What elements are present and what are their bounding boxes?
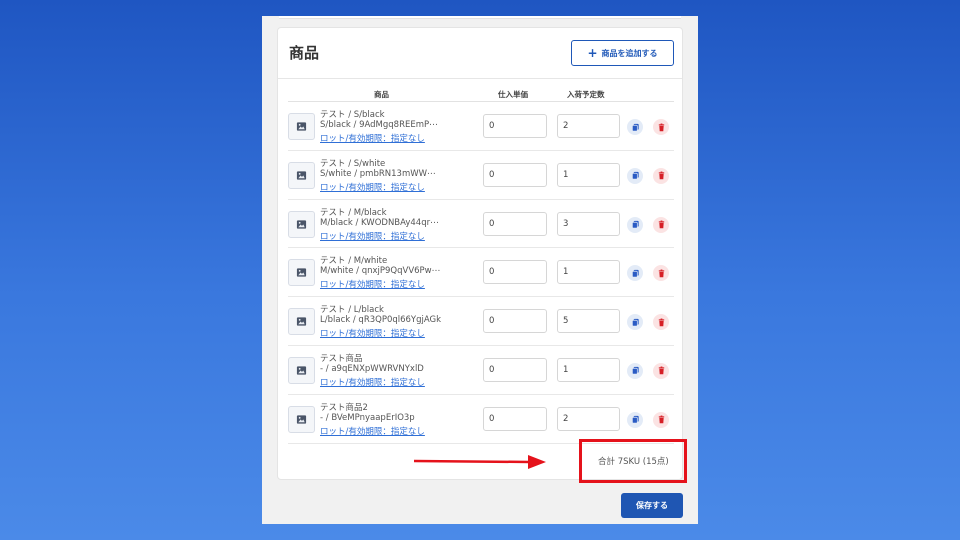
image-placeholder-icon — [288, 405, 315, 433]
trash-icon[interactable] — [653, 362, 669, 379]
lot-expiry-link[interactable]: ロット/有効期限：指定なし — [320, 425, 425, 437]
table-row: テスト / S/black S/black / 9AdMgq8REEmP⋯ ロッ… — [288, 102, 674, 151]
copy-icon[interactable] — [627, 216, 643, 233]
image-placeholder-icon — [288, 210, 315, 238]
copy-icon[interactable] — [627, 411, 643, 428]
product-name: テスト / S/black — [320, 110, 385, 120]
product-name: テスト商品2 — [320, 402, 368, 413]
card-divider — [278, 78, 682, 79]
add-product-button[interactable]: + 商品を追加する — [571, 40, 674, 66]
unit-price-input[interactable]: 0 — [483, 260, 547, 285]
product-variant-code: - / BVeMPnyaapErIO3p — [320, 412, 415, 423]
annotation-arrow — [413, 455, 546, 469]
trash-icon[interactable] — [653, 314, 669, 331]
copy-icon[interactable] — [627, 119, 643, 135]
trash-icon[interactable] — [653, 119, 669, 135]
plus-icon: + — [587, 46, 598, 60]
image-placeholder-icon — [288, 308, 315, 336]
lot-expiry-link[interactable]: ロット/有効期限：指定なし — [320, 132, 425, 144]
column-header-quantity: 入荷予定数 — [567, 90, 605, 99]
lot-expiry-link[interactable]: ロット/有効期限：指定なし — [320, 230, 425, 242]
unit-price-input[interactable]: 0 — [483, 406, 547, 431]
product-name: テスト / S/white — [320, 158, 386, 169]
column-header-unit-price: 仕入単価 — [498, 90, 528, 99]
table-row: テスト / M/black M/black / KWODNBAy44qr⋯ ロッ… — [288, 200, 674, 249]
column-header-product: 商品 — [374, 90, 389, 99]
add-product-label: 商品を追加する — [601, 48, 658, 58]
copy-icon[interactable] — [627, 167, 643, 184]
quantity-input[interactable]: 2 — [557, 114, 620, 138]
quantity-input[interactable]: 1 — [557, 162, 620, 187]
total-sku-summary: 合計 7SKU (15点) — [598, 457, 669, 467]
card-title: 商品 — [289, 44, 320, 62]
image-placeholder-icon — [288, 161, 315, 189]
table-row: テスト / S/white S/white / pmbRN13mWW⋯ ロット/… — [288, 151, 674, 200]
save-button[interactable]: 保存する — [621, 493, 683, 518]
lot-expiry-link[interactable]: ロット/有効期限：指定なし — [320, 376, 425, 388]
unit-price-input[interactable]: 0 — [483, 162, 547, 187]
lot-expiry-link[interactable]: ロット/有効期限：指定なし — [320, 181, 425, 193]
copy-icon[interactable] — [627, 362, 643, 379]
product-variant-code: M/white / qnxjP9QqVV6Pw⋯ — [320, 266, 441, 277]
trash-icon[interactable] — [653, 167, 669, 184]
previous-section-edge — [279, 16, 681, 19]
unit-price-input[interactable]: 0 — [483, 357, 547, 382]
table-row: テスト / M/white M/white / qnxjP9QqVV6Pw⋯ ロ… — [288, 248, 674, 298]
trash-icon[interactable] — [653, 411, 669, 428]
product-name: テスト / M/black — [320, 207, 387, 218]
product-name: テスト / M/white — [320, 256, 388, 267]
products-card: 商品 + 商品を追加する 商品 仕入単価 入荷予定数 テスト / S/black… — [277, 27, 683, 480]
quantity-input[interactable]: 5 — [557, 309, 620, 334]
copy-icon[interactable] — [627, 314, 643, 331]
unit-price-input[interactable]: 0 — [483, 309, 547, 334]
lot-expiry-link[interactable]: ロット/有効期限：指定なし — [320, 278, 425, 290]
image-placeholder-icon — [288, 113, 315, 140]
lot-expiry-link[interactable]: ロット/有効期限：指定なし — [320, 327, 425, 339]
product-variant-code: - / a9qENXpWWRVNYxlD — [320, 363, 424, 374]
quantity-input[interactable]: 1 — [557, 260, 620, 285]
quantity-input[interactable]: 1 — [557, 357, 620, 382]
product-variant-code: S/white / pmbRN13mWW⋯ — [320, 168, 436, 179]
table-row: テスト商品2 - / BVeMPnyaapErIO3p ロット/有効期限：指定な… — [288, 395, 674, 444]
table-row: テスト / L/black L/black / qR3QP0ql66YgjAGk… — [288, 297, 674, 346]
product-variant-code: L/black / qR3QP0ql66YgjAGk — [320, 315, 442, 326]
unit-price-input[interactable]: 0 — [483, 114, 547, 138]
quantity-input[interactable]: 3 — [557, 211, 620, 236]
copy-icon[interactable] — [627, 265, 643, 282]
quantity-input[interactable]: 2 — [557, 406, 620, 431]
unit-price-input[interactable]: 0 — [483, 211, 547, 236]
trash-icon[interactable] — [653, 216, 669, 233]
product-variant-code: S/black / 9AdMgq8REEmP⋯ — [320, 120, 438, 130]
product-variant-code: M/black / KWODNBAy44qr⋯ — [320, 217, 439, 228]
product-name: テスト商品 — [320, 353, 363, 364]
trash-icon[interactable] — [653, 265, 669, 282]
product-name: テスト / L/black — [320, 305, 384, 316]
image-placeholder-icon — [288, 356, 315, 384]
table-row: テスト商品 - / a9qENXpWWRVNYxlD ロット/有効期限：指定なし… — [288, 346, 674, 395]
product-rows: テスト / S/black S/black / 9AdMgq8REEmP⋯ ロッ… — [288, 102, 674, 444]
image-placeholder-icon — [288, 259, 315, 287]
